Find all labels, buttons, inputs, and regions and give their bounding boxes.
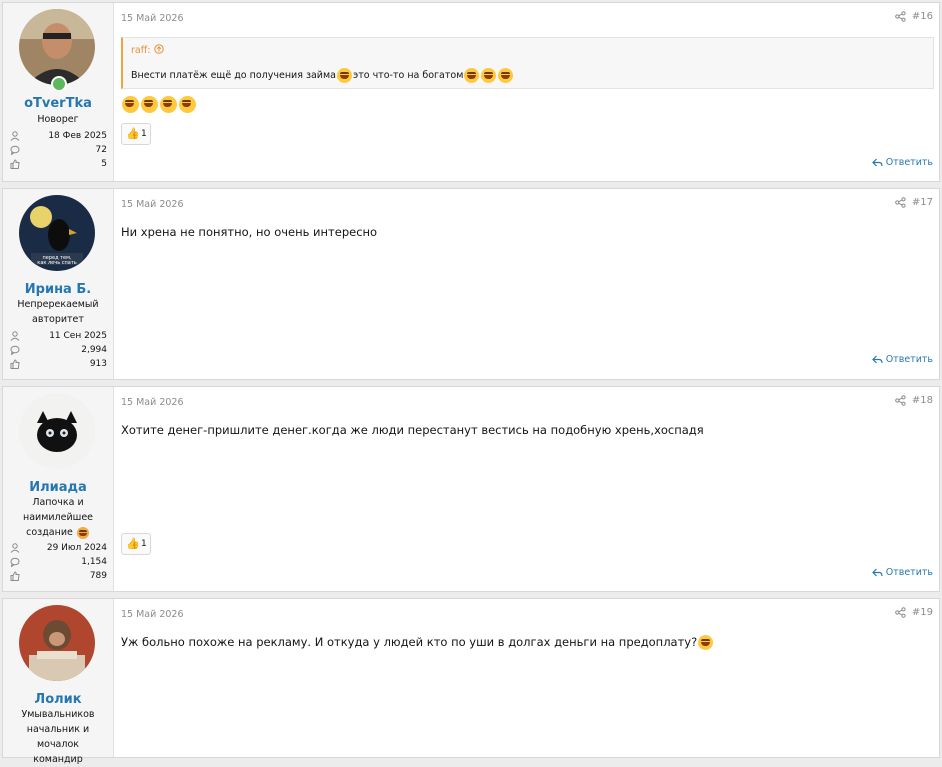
post-message: Хотите денег-пришлите денег.когда же люд… bbox=[121, 423, 704, 437]
stat-joined: 29 Июл 2024 bbox=[9, 541, 107, 555]
user-info: Лолик Умывальников начальник и мочалок к… bbox=[3, 599, 114, 765]
reaction-badge[interactable]: 👍 1 bbox=[121, 533, 151, 555]
stat-messages: 1,154 bbox=[9, 555, 107, 569]
comment-icon bbox=[10, 145, 20, 155]
user-icon bbox=[10, 543, 20, 553]
user-info: Илиада Лапочка и наимилейшее создание 29… bbox=[3, 387, 114, 591]
post: oTverTka Новорег 18 Фев 2025 72 5 15 Май… bbox=[2, 2, 940, 182]
user-stats: 18 Фев 2025 72 5 bbox=[9, 129, 107, 171]
comment-icon bbox=[10, 557, 20, 567]
stat-joined: 18 Фев 2025 bbox=[9, 129, 107, 143]
laughing-emoji-icon bbox=[498, 68, 514, 83]
reply-button[interactable]: Ответить bbox=[871, 157, 933, 168]
post-date[interactable]: 15 Май 2026 bbox=[121, 609, 184, 620]
post-date[interactable]: 15 Май 2026 bbox=[121, 199, 184, 210]
laughing-emoji-icon bbox=[481, 68, 497, 83]
reply-icon bbox=[871, 568, 883, 577]
user-title: Новорег bbox=[37, 114, 79, 125]
wink-emoji-icon bbox=[76, 526, 89, 539]
post-number[interactable]: #17 bbox=[912, 197, 933, 208]
username[interactable]: Илиада bbox=[3, 480, 113, 495]
share-icon[interactable] bbox=[895, 11, 906, 22]
post-date[interactable]: 15 Май 2026 bbox=[121, 397, 184, 408]
reply-icon bbox=[871, 355, 883, 364]
comment-icon bbox=[10, 345, 20, 355]
quote-block: raff: Внести платёж ещё до получения зай… bbox=[121, 37, 934, 89]
username[interactable]: Лолик bbox=[3, 692, 113, 707]
share-icon[interactable] bbox=[895, 395, 906, 406]
post-number[interactable]: #16 bbox=[912, 11, 933, 22]
laughing-emoji-icon bbox=[698, 635, 714, 650]
online-status-icon bbox=[51, 76, 67, 92]
username[interactable]: Ирина Б. bbox=[3, 282, 113, 297]
post-meta: #17 bbox=[895, 197, 933, 208]
stat-reactions: 789 bbox=[9, 569, 107, 583]
post-meta: #18 bbox=[895, 395, 933, 406]
thumbs-up-icon bbox=[10, 571, 20, 581]
post-message: Уж больно похоже на рекламу. И откуда у … bbox=[121, 635, 714, 650]
post-message bbox=[121, 96, 197, 113]
quote-text: Внести платёж ещё до получения займа это … bbox=[131, 68, 514, 83]
reply-icon bbox=[871, 158, 883, 167]
post-date[interactable]: 15 Май 2026 bbox=[121, 13, 184, 24]
post: перед тем, как лечь спать Ирина Б. Непре… bbox=[2, 188, 940, 380]
post-meta: #19 bbox=[895, 607, 933, 618]
reaction-badge[interactable]: 👍 1 bbox=[121, 123, 151, 145]
thumbs-up-emoji-icon: 👍 bbox=[126, 127, 140, 140]
username[interactable]: oTverTka bbox=[3, 96, 113, 111]
stat-messages: 2,994 bbox=[9, 343, 107, 357]
svg-text:как лечь спать: как лечь спать bbox=[37, 260, 76, 266]
share-icon[interactable] bbox=[895, 607, 906, 618]
post-number[interactable]: #18 bbox=[912, 395, 933, 406]
user-title: Непререкаемый авторитет bbox=[17, 299, 99, 325]
stat-reactions: 5 bbox=[9, 157, 107, 171]
laughing-emoji-icon bbox=[464, 68, 480, 83]
user-stats: 11 Сен 2025 2,994 913 bbox=[9, 329, 107, 371]
share-icon[interactable] bbox=[895, 197, 906, 208]
user-info: oTverTka Новорег 18 Фев 2025 72 5 bbox=[3, 3, 114, 181]
laughing-emoji-icon bbox=[141, 96, 158, 113]
laughing-emoji-icon bbox=[160, 96, 177, 113]
post-message: Ни хрена не понятно, но очень интересно bbox=[121, 225, 378, 239]
reply-button[interactable]: Ответить bbox=[871, 354, 933, 365]
stat-messages: 72 bbox=[9, 143, 107, 157]
thumbs-up-icon bbox=[10, 159, 20, 169]
post: Лолик Умывальников начальник и мочалок к… bbox=[2, 598, 940, 765]
avatar[interactable] bbox=[19, 9, 95, 85]
stat-reactions: 913 bbox=[9, 357, 107, 371]
user-title: Умывальников начальник и мочалок команди… bbox=[21, 709, 95, 765]
avatar[interactable]: перед тем, как лечь спать bbox=[19, 195, 95, 271]
thumbs-up-icon bbox=[10, 359, 20, 369]
laughing-emoji-icon bbox=[336, 68, 352, 83]
post: Илиада Лапочка и наимилейшее создание 29… bbox=[2, 386, 940, 592]
user-stats: 29 Июл 2024 1,154 789 bbox=[9, 541, 107, 583]
laughing-emoji-icon bbox=[122, 96, 139, 113]
post-number[interactable]: #19 bbox=[912, 607, 933, 618]
user-info: перед тем, как лечь спать Ирина Б. Непре… bbox=[3, 189, 114, 379]
thumbs-up-emoji-icon: 👍 bbox=[126, 537, 140, 550]
avatar[interactable] bbox=[19, 605, 95, 681]
quote-author[interactable]: raff: bbox=[131, 44, 164, 56]
user-icon bbox=[10, 131, 20, 141]
avatar[interactable] bbox=[19, 393, 95, 469]
laughing-emoji-icon bbox=[179, 96, 196, 113]
user-title: Лапочка и наимилейшее создание bbox=[22, 497, 94, 539]
user-icon bbox=[10, 331, 20, 341]
arrow-up-circle-icon[interactable] bbox=[153, 44, 164, 54]
reply-button[interactable]: Ответить bbox=[871, 567, 933, 578]
stat-joined: 11 Сен 2025 bbox=[9, 329, 107, 343]
post-meta: #16 bbox=[895, 11, 933, 22]
